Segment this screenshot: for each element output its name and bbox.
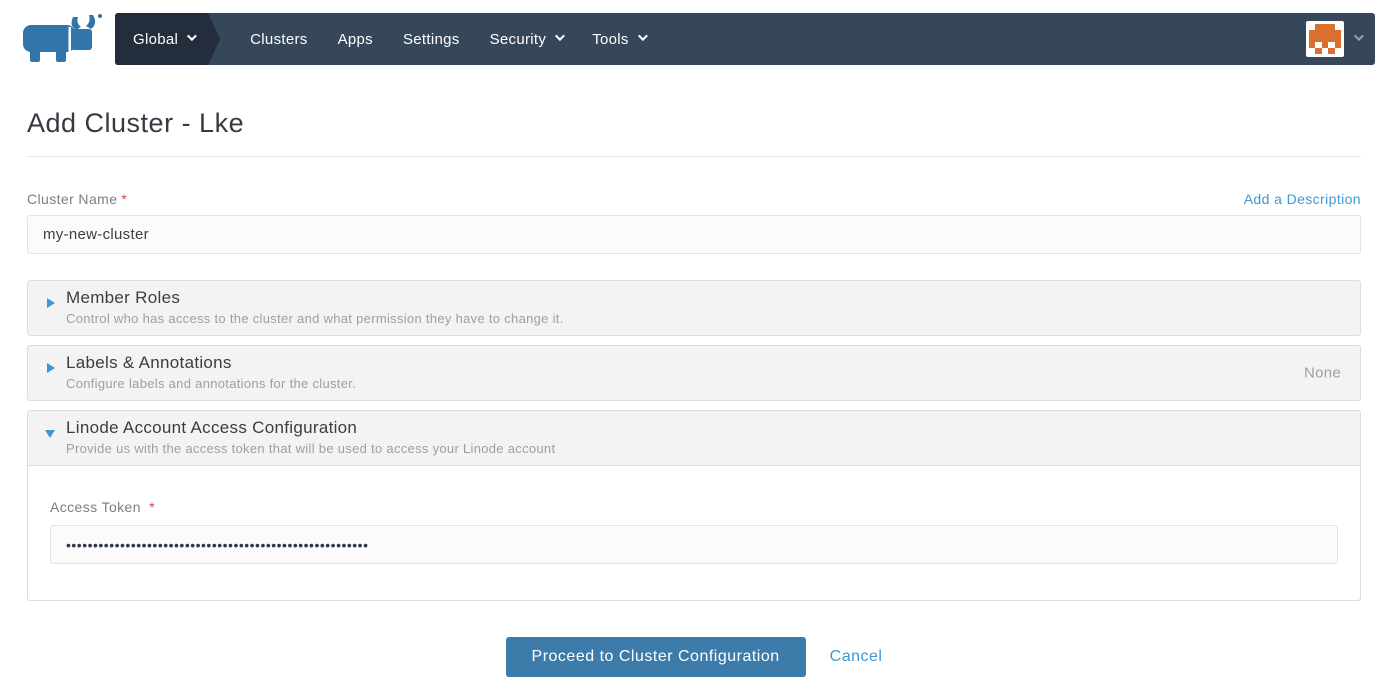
nav-item-clusters[interactable]: Clusters (250, 31, 307, 48)
section-description: Control who has access to the cluster an… (66, 311, 564, 326)
section-title: Member Roles (66, 288, 181, 307)
section-description: Provide us with the access token that wi… (66, 441, 556, 456)
section-title: Linode Account Access Configuration (66, 418, 358, 437)
required-asterisk: * (149, 499, 156, 515)
required-asterisk: * (121, 191, 128, 207)
nav-item-label: Clusters (250, 30, 308, 48)
section-linode-access-body: Access Token * (28, 465, 1360, 600)
section-title: Labels & Annotations (66, 353, 232, 372)
add-description-link[interactable]: Add a Description (1244, 191, 1361, 207)
top-navbar: Global Clusters Apps Settings Security T… (115, 13, 1375, 65)
nav-item-label: Security (489, 30, 547, 48)
chevron-down-icon (187, 31, 197, 41)
label-text: Cluster Name (27, 191, 118, 207)
cluster-name-row: Cluster Name * Add a Description (27, 191, 1361, 207)
section-member-roles-header[interactable]: Member Roles Control who has access to t… (28, 281, 1360, 335)
section-linode-access: Linode Account Access Configuration Prov… (27, 410, 1361, 601)
form-actions: Proceed to Cluster Configuration Cancel (27, 637, 1361, 677)
cluster-name-label: Cluster Name * (27, 191, 127, 207)
cancel-button[interactable]: Cancel (830, 648, 883, 666)
nav-item-label: Settings (402, 30, 460, 48)
section-labels-annotations-header[interactable]: Labels & Annotations Configure labels an… (28, 346, 1360, 400)
user-avatar-identicon (1306, 21, 1344, 57)
nav-item-label: Tools (592, 30, 629, 48)
access-token-label: Access Token * (50, 499, 1338, 515)
user-menu[interactable] (1306, 21, 1364, 57)
collapsed-triangle-icon (47, 363, 55, 373)
nav-item-tools[interactable]: Tools (592, 30, 648, 48)
chevron-down-icon (1353, 31, 1364, 42)
nav-global-dropdown[interactable]: Global (115, 13, 220, 65)
cluster-name-input[interactable] (27, 215, 1361, 254)
nav-item-security[interactable]: Security (489, 30, 566, 48)
nav-item-apps[interactable]: Apps (338, 31, 373, 48)
nav-item-label: Apps (337, 30, 373, 48)
title-divider (27, 156, 1361, 157)
main-content: Add Cluster - Lke Cluster Name * Add a De… (27, 108, 1361, 677)
expanded-triangle-icon (45, 430, 55, 438)
collapsed-triangle-icon (47, 298, 55, 308)
chevron-down-icon (637, 31, 648, 42)
page-title: Add Cluster - Lke (27, 108, 245, 138)
section-member-roles: Member Roles Control who has access to t… (27, 280, 1361, 336)
access-token-input[interactable] (50, 525, 1338, 564)
section-description: Configure labels and annotations for the… (66, 376, 357, 391)
chevron-down-icon (555, 31, 566, 42)
nav-item-settings[interactable]: Settings (403, 31, 460, 48)
section-labels-annotations: Labels & Annotations Configure labels an… (27, 345, 1361, 401)
section-linode-access-header[interactable]: Linode Account Access Configuration Prov… (28, 411, 1360, 465)
section-value-none: None (1303, 364, 1341, 382)
nav-global-label: Global (133, 30, 179, 48)
proceed-button[interactable]: Proceed to Cluster Configuration (505, 637, 806, 677)
rancher-cow-logo[interactable] (21, 9, 107, 69)
top-header: Global Clusters Apps Settings Security T… (0, 0, 1388, 79)
label-text: Access Token (50, 499, 141, 515)
